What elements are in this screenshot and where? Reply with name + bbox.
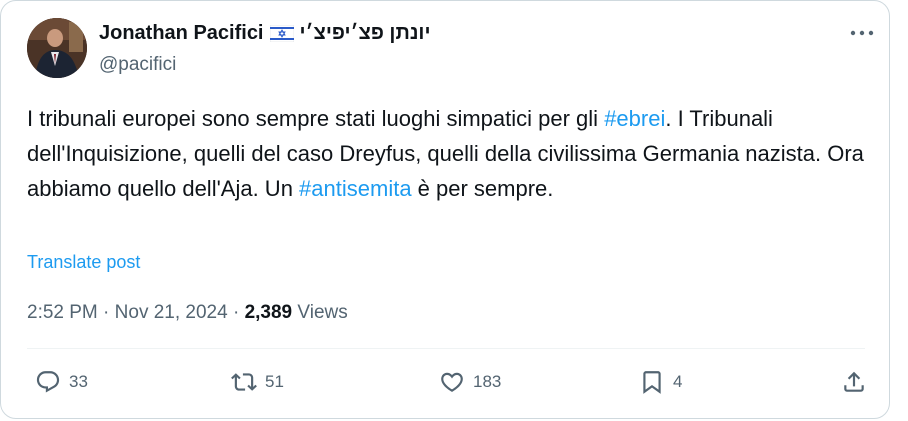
post-text: I tribunali europei sono sempre stati lu…	[27, 101, 877, 206]
views-count: 2,389	[244, 302, 293, 323]
repost-button[interactable]: 51	[231, 369, 284, 395]
views-label: Views	[292, 302, 348, 323]
share-icon	[844, 371, 864, 392]
author-name-row: Jonathan Pacifici יונתן פצ׳יפיצ׳י	[99, 22, 431, 45]
post-card: Jonathan Pacifici יונתן פצ׳יפיצ׳י @pacif…	[0, 0, 890, 419]
post-text-segment: I tribunali europei sono sempre stati lu…	[27, 106, 605, 131]
meta-separator: ·	[97, 302, 115, 323]
avatar-image	[27, 18, 87, 78]
post-time[interactable]: 2:52 PM	[27, 302, 98, 323]
reply-button[interactable]: 33	[35, 369, 88, 395]
hashtag-link-antisemita[interactable]: #antisemita	[299, 176, 412, 201]
hashtag-link-ebrei[interactable]: #ebrei	[604, 106, 665, 131]
repost-icon	[231, 373, 257, 391]
author-name-hebrew: יונתן פצ׳יפיצ׳י	[299, 22, 431, 44]
avatar[interactable]	[27, 18, 87, 78]
like-count: 183	[473, 372, 502, 391]
meta-separator: ·	[227, 302, 245, 323]
heart-icon	[441, 372, 463, 392]
author-name[interactable]: Jonathan Pacifici	[99, 22, 264, 45]
post-meta: 2:52 PM · Nov 21, 2024 · 2,389 Views	[27, 302, 348, 324]
translate-post-link[interactable]: Translate post	[27, 252, 140, 273]
bookmark-button[interactable]: 4	[639, 369, 682, 395]
post-date[interactable]: Nov 21, 2024	[115, 302, 228, 323]
israel-flag-icon	[269, 24, 294, 43]
bookmark-icon	[643, 371, 661, 394]
author-handle[interactable]: @pacifici	[99, 54, 176, 76]
more-dots-icon	[850, 30, 874, 36]
more-options-button[interactable]	[847, 23, 877, 43]
divider	[27, 348, 865, 349]
repost-count: 51	[265, 372, 284, 391]
action-bar: 33 51 183 4	[1, 369, 891, 409]
reply-count: 33	[69, 372, 88, 391]
bookmark-count: 4	[673, 372, 683, 391]
share-button[interactable]	[841, 369, 867, 395]
like-button[interactable]: 183	[439, 369, 501, 395]
post-text-segment: è per sempre.	[411, 176, 554, 201]
reply-icon	[36, 371, 60, 393]
